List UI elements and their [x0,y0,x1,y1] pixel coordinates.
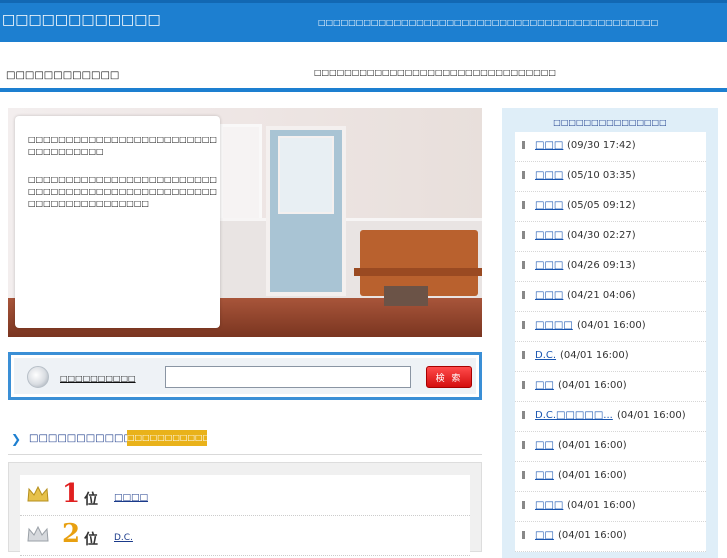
sidebar-item-link[interactable]: □□□ [535,140,563,151]
sidebar-item-link[interactable]: □□ [535,380,554,391]
gold-crown-icon [27,485,49,502]
sidebar-item-date: (04/01 16:00) [577,320,646,331]
ranking-badge[interactable]: □□□□□□□□□□□□□ [127,430,225,446]
bullet-icon [522,381,525,389]
sidebar-item-date: (04/01 16:00) [558,530,627,541]
sidebar-title: □□□□□□□□□□□□□□□ [553,118,667,127]
bullet-icon [522,171,525,179]
sub-header [0,42,727,89]
hero-paragraph-1: □□□□□□□□□□□□□□□□□□□□□□□□□□□□□□□□□□□ [28,135,217,156]
sidebar-item-link[interactable]: □□□ [535,260,563,271]
bullet-icon [522,141,525,149]
search-input[interactable] [165,366,411,388]
header-divider [0,88,727,92]
sidebar-item-date: (04/01 16:00) [617,410,686,421]
sidebar-list-item: □□□ (04/01 16:00) [515,492,706,522]
search-label[interactable]: □□□□□□□□□□ [60,374,136,383]
silver-crown-icon [27,525,49,542]
ranking-list: 1 位 □□□□ 2 位 D.C. [20,475,470,556]
sidebar-item-date: (04/01 16:00) [558,470,627,481]
bullet-icon [522,531,525,539]
sidebar-list-item: □□ (04/01 16:00) [515,372,706,402]
sidebar-item-date: (05/05 09:12) [567,200,636,211]
sidebar-item-link[interactable]: □□□ [535,500,563,511]
hero-box-image [384,286,428,306]
site-title[interactable]: □□□□□□□□□□□□ [2,12,161,28]
bullet-icon [522,291,525,299]
ranking-row: 2 位 D.C. [20,515,470,556]
sidebar-item-date: (09/30 17:42) [567,140,636,151]
sidebar-item-link[interactable]: □□□ [535,230,563,241]
sidebar-list-item: □□□ (05/10 03:35) [515,162,706,192]
sidebar-item-date: (04/01 16:00) [558,440,627,451]
sidebar-list-item: □□□ (04/30 02:27) [515,222,706,252]
ranking-divider [8,454,482,455]
bullet-icon [522,501,525,509]
sidebar-item-link[interactable]: □□□ [535,200,563,211]
magnifier-icon [27,366,49,388]
sidebar-list-item: □□ (04/01 16:00) [515,432,706,462]
sidebar-list-item: □□□□ (04/01 16:00) [515,312,706,342]
sidebar-list-item: □□□ (09/30 17:42) [515,132,706,162]
sidebar-list-item: □□□ (04/26 09:13) [515,252,706,282]
header-description: □□□□□□□□□□□□□□□□□□□□□□□□□□□□□□□□□□□□□□□□… [318,18,659,27]
sidebar-item-date: (04/01 16:00) [558,380,627,391]
search-panel-inner: □□□□□□□□□□ 検 索 [14,358,476,394]
hero-bench-seat-image [354,268,482,276]
hero-text-panel: □□□□□□□□□□□□□□□□□□□□□□□□□□□□□□□□□□□ □□□□… [15,116,220,328]
sidebar-item-link[interactable]: □□ [535,470,554,481]
bullet-icon [522,321,525,329]
hero-paragraph-2: □□□□□□□□□□□□□□□□□□□□□□□□□□□□□□□□□□□□□□□□… [28,175,217,208]
sidebar-item-link[interactable]: D.C.□□□□□... [535,410,613,421]
bullet-icon [522,471,525,479]
sidebar-list-item: □□□ (04/21 04:06) [515,282,706,312]
sidebar-item-link[interactable]: □□□□ [535,320,573,331]
sidebar-item-link[interactable]: D.C. [535,350,556,361]
chevron-right-icon: ❯ [11,432,22,446]
sidebar-item-link[interactable]: □□ [535,440,554,451]
rank-suffix: 位 [84,492,98,508]
sidebar-item-date: (04/21 04:06) [567,290,636,301]
sidebar-list: □□□ (09/30 17:42) □□□ (05/10 03:35) □□□ (05/0… [515,132,706,552]
rank-number: 1 [62,479,81,509]
sub-header-text: □□□□□□□□□□□□□□□□□□□□□□□□□□□□□□□□ [314,68,556,77]
sidebar-list-item: □□□ (05/05 09:12) [515,192,706,222]
sidebar-list-item: D.C. (04/01 16:00) [515,342,706,372]
sidebar-item-link[interactable]: □□□ [535,170,563,181]
bullet-icon [522,201,525,209]
bullet-icon [522,441,525,449]
sidebar-list-item: □□ (04/01 16:00) [515,462,706,492]
ranking-row: 1 位 □□□□ [20,475,470,516]
hero-door-window-image [278,136,334,214]
sub-header-title: □□□□□□□□□□□□ [6,70,120,81]
sidebar-item-date: (05/10 03:35) [567,170,636,181]
rank-item-link[interactable]: □□□□ [114,493,148,503]
sidebar-list-item: D.C.□□□□□... (04/01 16:00) [515,402,706,432]
sidebar-item-date: (04/30 02:27) [567,230,636,241]
sidebar-item-date: (04/01 16:00) [560,350,629,361]
rank-suffix: 位 [84,532,98,548]
search-panel: □□□□□□□□□□ 検 索 [8,352,482,400]
bullet-icon [522,231,525,239]
search-button[interactable]: 検 索 [426,366,472,388]
sidebar-item-link[interactable]: □□ [535,530,554,541]
sidebar-item-date: (04/01 16:00) [567,500,636,511]
rank-item-link[interactable]: D.C. [114,533,133,543]
hero-banner: □□□□□□□□□□□□□□□□□□□□□□□□□□□□□□□□□□□ □□□□… [8,108,482,337]
bullet-icon [522,351,525,359]
bullet-icon [522,261,525,269]
sidebar-item-date: (04/26 09:13) [567,260,636,271]
bullet-icon [522,411,525,419]
sidebar-item-link[interactable]: □□□ [535,290,563,301]
sidebar-list-item: □□ (04/01 16:00) [515,522,706,552]
